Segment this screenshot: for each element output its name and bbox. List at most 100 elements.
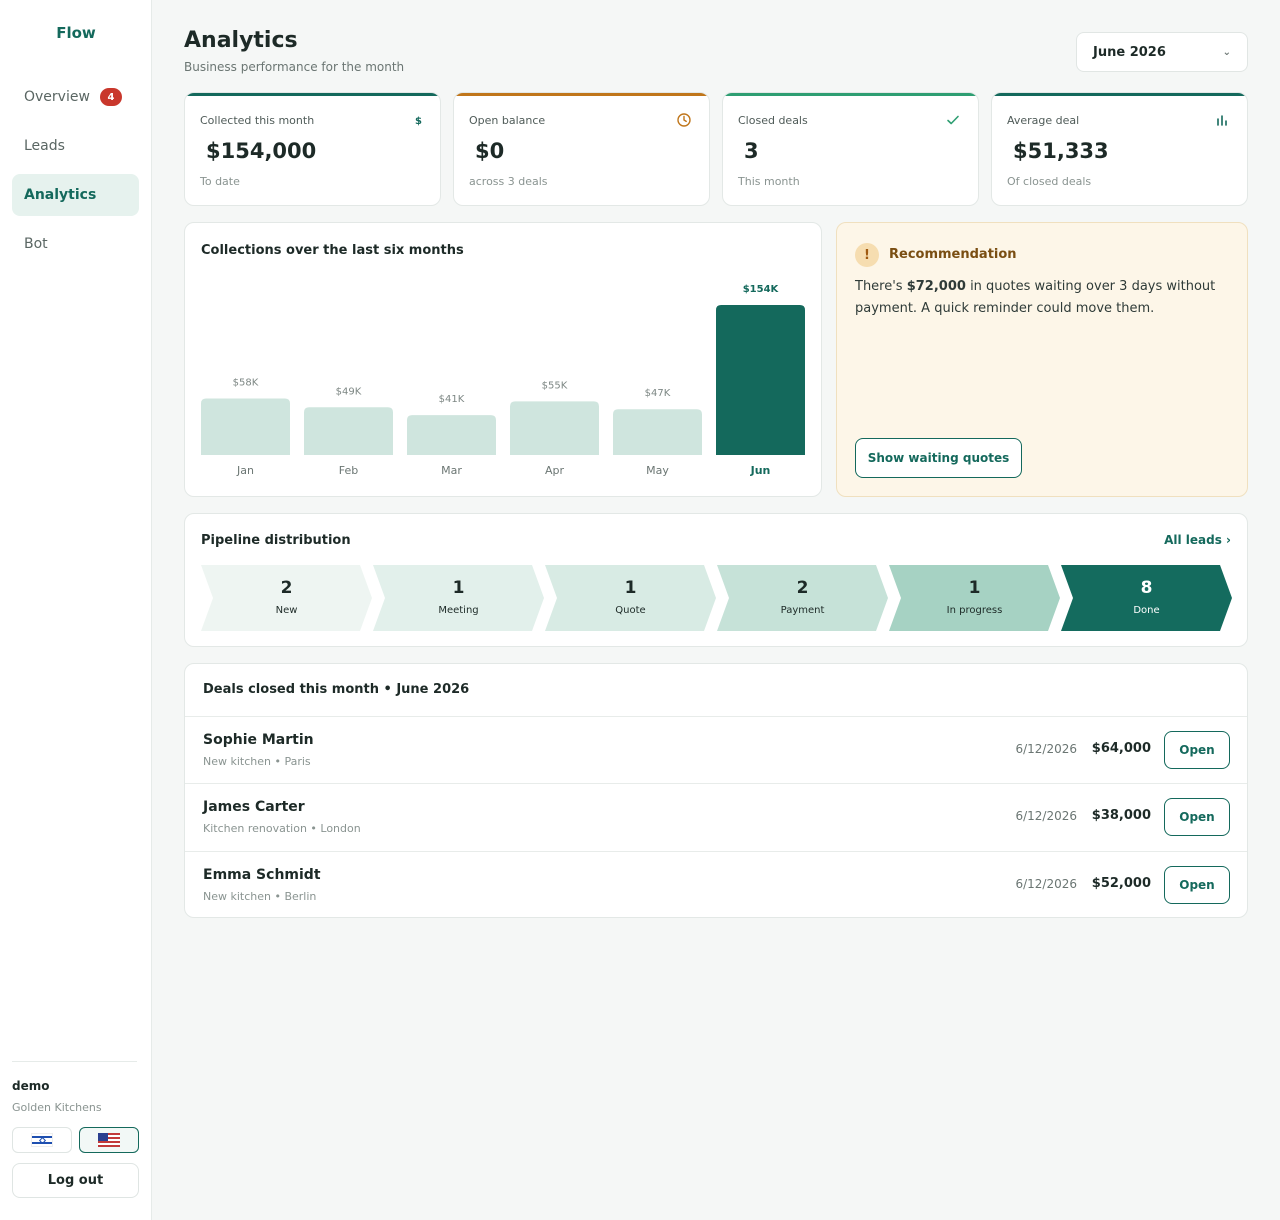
sidebar-item-analytics[interactable]: Analytics	[12, 174, 139, 216]
deal-row[interactable]: Sophie Martin New kitchen • Paris 6/12/2…	[185, 716, 1247, 783]
deal-meta: New kitchen • Paris	[203, 755, 311, 768]
sidebar-item-label: Analytics	[24, 187, 97, 203]
kpi-label: Open balance	[469, 114, 546, 127]
kpi-card-open-balance: Open balance $0 across 3 deals	[453, 92, 710, 206]
brand-logo[interactable]: Flow	[0, 24, 152, 42]
open-deal-button[interactable]: Open	[1164, 798, 1230, 836]
sidebar-item-label: Leads	[24, 138, 65, 154]
pipeline-stage-quote[interactable]: 1 Quote	[545, 565, 716, 631]
deal-customer-name: Emma Schmidt	[203, 867, 321, 883]
pipeline-stage-payment[interactable]: 2 Payment	[717, 565, 888, 631]
logout-button[interactable]: Log out	[12, 1163, 139, 1198]
open-deal-button[interactable]: Open	[1164, 866, 1230, 904]
kpi-accent-bar	[723, 93, 978, 96]
sidebar-item-label: Overview	[24, 89, 90, 105]
kpi-card-closed-deals: Closed deals 3 This month	[722, 92, 979, 206]
all-leads-link[interactable]: All leads ›	[1164, 533, 1231, 547]
pipeline-stage-done[interactable]: 8 Done	[1061, 565, 1232, 631]
kpi-accent-bar	[454, 93, 709, 96]
stage-name: Meeting	[438, 605, 479, 616]
deal-meta: New kitchen • Berlin	[203, 890, 317, 903]
language-hebrew-button[interactable]	[12, 1127, 72, 1153]
chart-data-label: $58K	[233, 378, 259, 389]
show-waiting-quotes-button[interactable]: Show waiting quotes	[855, 438, 1022, 478]
chart-bar-may	[613, 409, 702, 455]
deal-row[interactable]: Emma Schmidt New kitchen • Berlin 6/12/2…	[185, 851, 1247, 917]
user-name: demo	[12, 1079, 50, 1093]
language-english-button[interactable]	[79, 1127, 139, 1153]
deal-row[interactable]: James Carter Kitchen renovation • London…	[185, 783, 1247, 850]
sidebar-item-bot[interactable]: Bot	[12, 223, 139, 265]
recommendation-text: There's $72,000 in quotes waiting over 3…	[855, 276, 1235, 320]
recommendation-amount: $72,000	[906, 279, 966, 294]
chart-data-label: $47K	[645, 388, 671, 399]
stage-count: 8	[1140, 578, 1153, 598]
deal-amount: $52,000	[1091, 876, 1151, 891]
stage-count: 2	[280, 578, 293, 598]
sidebar-item-leads[interactable]: Leads	[12, 125, 139, 167]
stage-count: 1	[624, 578, 637, 598]
sidebar: Flow Overview 4 Leads Analytics Bot demo…	[0, 0, 152, 1220]
stage-name: Done	[1133, 605, 1160, 616]
clock-icon	[677, 113, 691, 130]
stage-name: New	[275, 605, 298, 616]
stage-count: 1	[968, 578, 981, 598]
bar-chart-icon	[1215, 113, 1229, 130]
check-icon	[946, 113, 960, 130]
deals-title: Deals closed this month • June 2026	[203, 682, 470, 697]
israel-flag-icon	[31, 1133, 53, 1147]
notification-badge: 4	[99, 88, 122, 106]
stage-name: Quote	[615, 605, 646, 616]
chart-x-tick-label: Mar	[441, 464, 462, 477]
dollar-icon: $	[415, 116, 422, 127]
page-subtitle: Business performance for the month	[184, 60, 405, 74]
kpi-note: This month	[738, 175, 800, 188]
chart-data-label: $154K	[743, 284, 780, 295]
deal-date: 6/12/2026	[1015, 877, 1077, 891]
open-deal-button[interactable]: Open	[1164, 731, 1230, 769]
recommendation-card: ! Recommendation There's $72,000 in quot…	[836, 222, 1248, 497]
kpi-card-average-deal: Average deal $51,333 Of closed deals	[991, 92, 1248, 206]
stage-count: 2	[796, 578, 809, 598]
chart-data-label: $55K	[542, 380, 568, 391]
chart-x-tick-label: Apr	[545, 464, 565, 477]
kpi-label: Closed deals	[738, 114, 808, 127]
language-switcher	[12, 1127, 139, 1153]
divider	[12, 1061, 137, 1062]
chart-bar-jun	[716, 305, 805, 455]
kpi-value: $154,000	[206, 139, 317, 163]
month-select-value: June 2026	[1093, 44, 1166, 60]
chart-bar-feb	[304, 407, 393, 455]
pipeline-stage-meeting[interactable]: 1 Meeting	[373, 565, 544, 631]
stage-count: 1	[452, 578, 465, 598]
sidebar-item-label: Bot	[24, 236, 48, 252]
recommendation-text-before: There's	[855, 279, 907, 294]
chart-bar-jan	[201, 398, 290, 455]
kpi-value: 3	[744, 139, 759, 163]
stage-name: In progress	[946, 605, 1003, 616]
chart-x-tick-label: May	[646, 464, 669, 477]
chart-x-tick-label: Jun	[750, 464, 771, 477]
kpi-note: To date	[200, 175, 240, 188]
chart-data-label: $41K	[439, 394, 465, 405]
collections-bar-chart: $58K Jan $49K Feb $41K Mar $55K Apr $47K May $154K…	[201, 284, 805, 477]
kpi-label: Average deal	[1007, 114, 1080, 127]
pipeline-card: Pipeline distribution All leads › 2 New 1 M…	[184, 513, 1248, 647]
pipeline-stage-in-progress[interactable]: 1 In progress	[889, 565, 1060, 631]
sidebar-item-overview[interactable]: Overview 4	[12, 76, 139, 118]
deal-amount: $64,000	[1091, 741, 1151, 756]
kpi-label: Collected this month	[200, 114, 315, 127]
alert-icon: !	[855, 243, 879, 267]
kpi-note: Of closed deals	[1007, 175, 1092, 188]
chart-x-tick-label: Feb	[339, 464, 358, 477]
chart-data-label: $49K	[336, 386, 362, 397]
pipeline-title: Pipeline distribution	[201, 533, 351, 548]
chart-bar-apr	[510, 401, 599, 455]
deal-customer-name: Sophie Martin	[203, 732, 314, 748]
collections-chart-card: $58K Jan $49K Feb $41K Mar $55K Apr $47K May $154K…	[184, 222, 822, 497]
month-select[interactable]: June 2026 ⌄	[1076, 32, 1248, 72]
page-title: Analytics	[184, 28, 298, 53]
pipeline-stage-new[interactable]: 2 New	[201, 565, 372, 631]
chart-title: Collections over the last six months	[201, 243, 464, 258]
us-flag-icon	[98, 1133, 120, 1147]
